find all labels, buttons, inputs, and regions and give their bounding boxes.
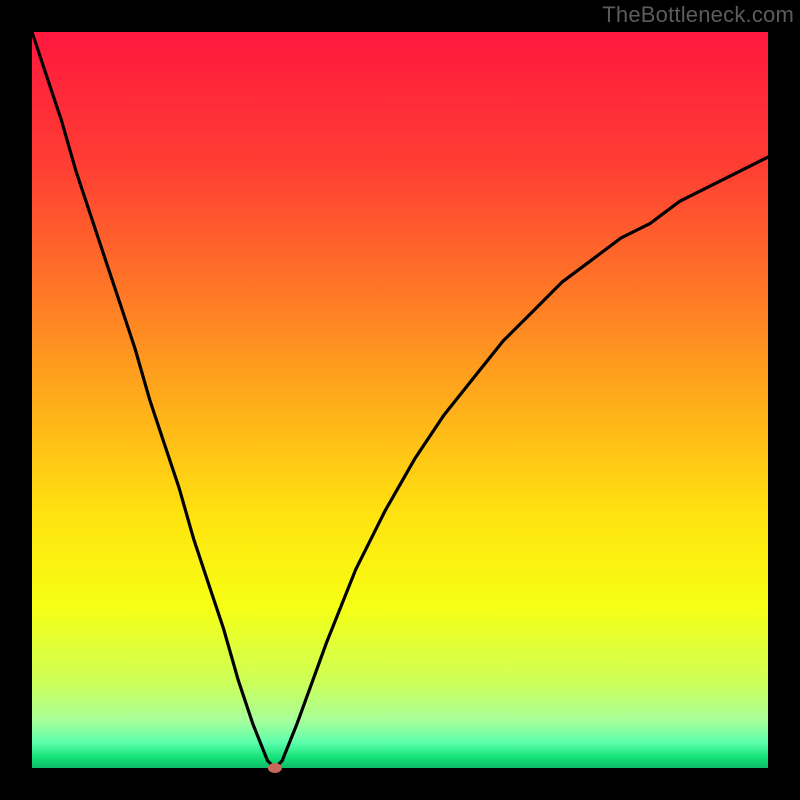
gradient-background [32, 32, 768, 768]
minimum-marker [268, 763, 282, 773]
watermark-text: TheBottleneck.com [602, 2, 794, 28]
bottleneck-plot [0, 0, 800, 800]
chart-frame: TheBottleneck.com [0, 0, 800, 800]
